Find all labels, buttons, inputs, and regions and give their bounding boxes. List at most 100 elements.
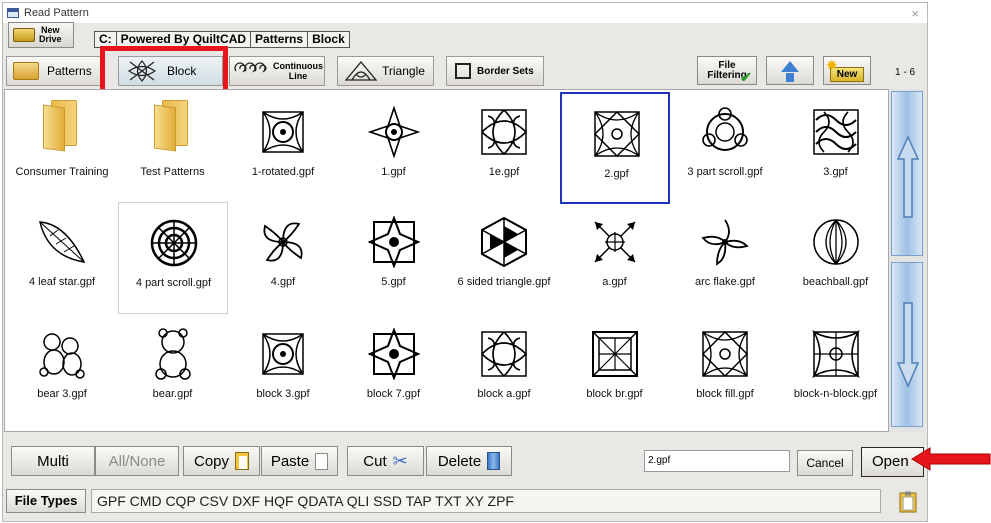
dense-swirl-icon xyxy=(812,109,859,155)
file-types-button[interactable]: File Types xyxy=(6,489,86,513)
scroll-ring-icon xyxy=(702,107,748,151)
cancel-button[interactable]: Cancel xyxy=(797,450,853,476)
pattern-file-item[interactable]: 1-rotated.gpf xyxy=(228,92,338,204)
tab-continuous-line1: Continuous xyxy=(273,61,323,71)
pattern-file-item[interactable]: block 7.gpf xyxy=(339,314,449,426)
pattern-file-item[interactable]: 4 part scroll.gpf xyxy=(117,202,228,314)
pattern-file-item[interactable]: 2.gpf xyxy=(559,92,670,204)
pattern-file-item[interactable]: block 3.gpf xyxy=(228,314,338,426)
file-name-label: 3.gpf xyxy=(823,166,848,178)
scroll-down-button[interactable] xyxy=(891,262,923,427)
tab-triangle[interactable]: Triangle xyxy=(337,56,434,86)
tab-border-sets-label: Border Sets xyxy=(477,65,534,77)
scissors-icon: ✂ xyxy=(392,450,408,471)
file-name-label: 1-rotated.gpf xyxy=(251,166,315,178)
framed-square-icon xyxy=(591,331,638,377)
swirl-square-icon xyxy=(481,331,528,378)
up-arrow-icon xyxy=(781,61,799,72)
leaf-icon xyxy=(39,221,86,263)
vertical-scrollbar[interactable] xyxy=(889,89,925,432)
pattern-file-item[interactable]: bear.gpf xyxy=(118,314,228,426)
filename-field[interactable]: 2.gpf xyxy=(644,450,790,472)
pattern-file-item[interactable]: a.gpf xyxy=(560,202,670,314)
paper-icon xyxy=(315,452,329,470)
diamond-square-icon xyxy=(701,330,749,378)
knot-block-icon xyxy=(262,111,304,153)
title-bar: Read Pattern × xyxy=(3,3,927,23)
tab-patterns[interactable]: Patterns xyxy=(6,56,102,86)
pattern-file-item[interactable]: 5.gpf xyxy=(339,202,449,314)
up-folder-button[interactable] xyxy=(766,56,814,85)
multi-button[interactable]: Multi xyxy=(11,446,95,476)
star-icon: ✸ xyxy=(826,57,838,73)
breadcrumb-block[interactable]: Block xyxy=(307,31,350,48)
delete-button[interactable]: Delete xyxy=(426,446,512,476)
copy-button[interactable]: Copy xyxy=(183,446,260,476)
folder-item[interactable]: Test Patterns xyxy=(118,92,228,204)
cut-button[interactable]: Cut ✂ xyxy=(347,446,424,476)
tab-border-sets[interactable]: Border Sets xyxy=(446,56,544,86)
file-name-label: Test Patterns xyxy=(140,166,205,178)
file-types-list: GPF CMD CQP CSV DXF HQF QDATA QLI SSD TA… xyxy=(91,489,881,513)
breadcrumb-patterns[interactable]: Patterns xyxy=(250,31,309,48)
paste-button[interactable]: Paste xyxy=(261,446,338,476)
pattern-file-item[interactable]: beachball.gpf xyxy=(781,202,891,314)
new-drive-line2: Drive xyxy=(39,34,62,44)
file-name-label: 1e.gpf xyxy=(488,166,520,178)
tab-continuous-line[interactable]: Continuous Line xyxy=(229,56,325,86)
knot-block-icon xyxy=(262,333,304,375)
file-name-label: beachball.gpf xyxy=(802,276,869,288)
block-tab-highlight xyxy=(100,46,228,94)
pattern-file-item[interactable]: block br.gpf xyxy=(560,314,670,426)
pattern-file-item[interactable]: 3 part scroll.gpf xyxy=(670,92,780,204)
pattern-file-item[interactable]: 3.gpf xyxy=(781,92,891,204)
arrow-star-icon xyxy=(593,221,636,263)
pattern-file-item[interactable]: bear 3.gpf xyxy=(7,314,117,426)
scroll-up-button[interactable] xyxy=(891,91,923,256)
checkmark-icon: ✔ xyxy=(740,69,752,85)
file-name-label: block a.gpf xyxy=(477,388,531,400)
new-folder-button[interactable]: New ✸ xyxy=(823,56,871,85)
pattern-file-item[interactable]: 4 leaf star.gpf xyxy=(7,202,117,314)
file-name-label: 3 part scroll.gpf xyxy=(687,166,763,178)
file-grid: Consumer Training Test Patterns 1-rotated.… xyxy=(4,89,889,432)
clipboard-icon[interactable] xyxy=(897,491,919,513)
folder-item[interactable]: Consumer Training xyxy=(7,92,117,204)
triangle-motif-icon xyxy=(344,60,378,81)
tab-continuous-line2: Line xyxy=(288,71,308,81)
pattern-file-item[interactable]: block a.gpf xyxy=(449,314,559,426)
file-name-label: 4.gpf xyxy=(270,276,296,288)
scroll-down-arrow-icon xyxy=(896,302,920,388)
pattern-file-item[interactable]: 1e.gpf xyxy=(449,92,559,204)
multi-label: Multi xyxy=(37,452,69,470)
border-square-icon xyxy=(455,63,471,79)
pattern-file-item[interactable]: 1.gpf xyxy=(339,92,449,204)
file-name-label: 4 part scroll.gpf xyxy=(135,277,212,289)
pattern-file-item[interactable]: block-n-block.gpf xyxy=(781,314,891,426)
scroll-up-arrow-icon xyxy=(896,135,920,218)
folder-icon xyxy=(153,100,190,152)
file-name-label: bear 3.gpf xyxy=(37,388,87,400)
file-name-label: block br.gpf xyxy=(586,388,643,400)
page-range: 1 - 6 xyxy=(895,67,916,78)
pointer-arrow-icon xyxy=(911,447,991,471)
file-name-label: 2.gpf xyxy=(604,168,629,180)
close-icon[interactable]: × xyxy=(911,6,919,21)
diamond-square-icon xyxy=(593,110,640,158)
all-none-button[interactable]: All/None xyxy=(95,446,179,476)
pattern-file-item[interactable]: arc flake.gpf xyxy=(670,202,780,314)
pattern-file-item[interactable]: 6 sided triangle.gpf xyxy=(449,202,559,314)
bears-icon xyxy=(39,333,85,379)
paste-label: Paste xyxy=(270,452,310,470)
delete-label: Delete xyxy=(437,452,482,470)
cross-motif-icon xyxy=(367,106,420,158)
pattern-file-item[interactable]: block fill.gpf xyxy=(670,314,780,426)
star-frame-icon xyxy=(367,216,420,268)
new-drive-button[interactable]: New Drive xyxy=(8,22,74,48)
cut-label: Cut xyxy=(363,452,387,470)
drive-icon xyxy=(13,28,35,42)
file-filtering-button[interactable]: File Filtering ✔ xyxy=(697,56,757,85)
file-name-label: arc flake.gpf xyxy=(695,276,755,288)
file-name-label: block-n-block.gpf xyxy=(793,388,878,400)
pattern-file-item[interactable]: 4.gpf xyxy=(228,202,338,314)
